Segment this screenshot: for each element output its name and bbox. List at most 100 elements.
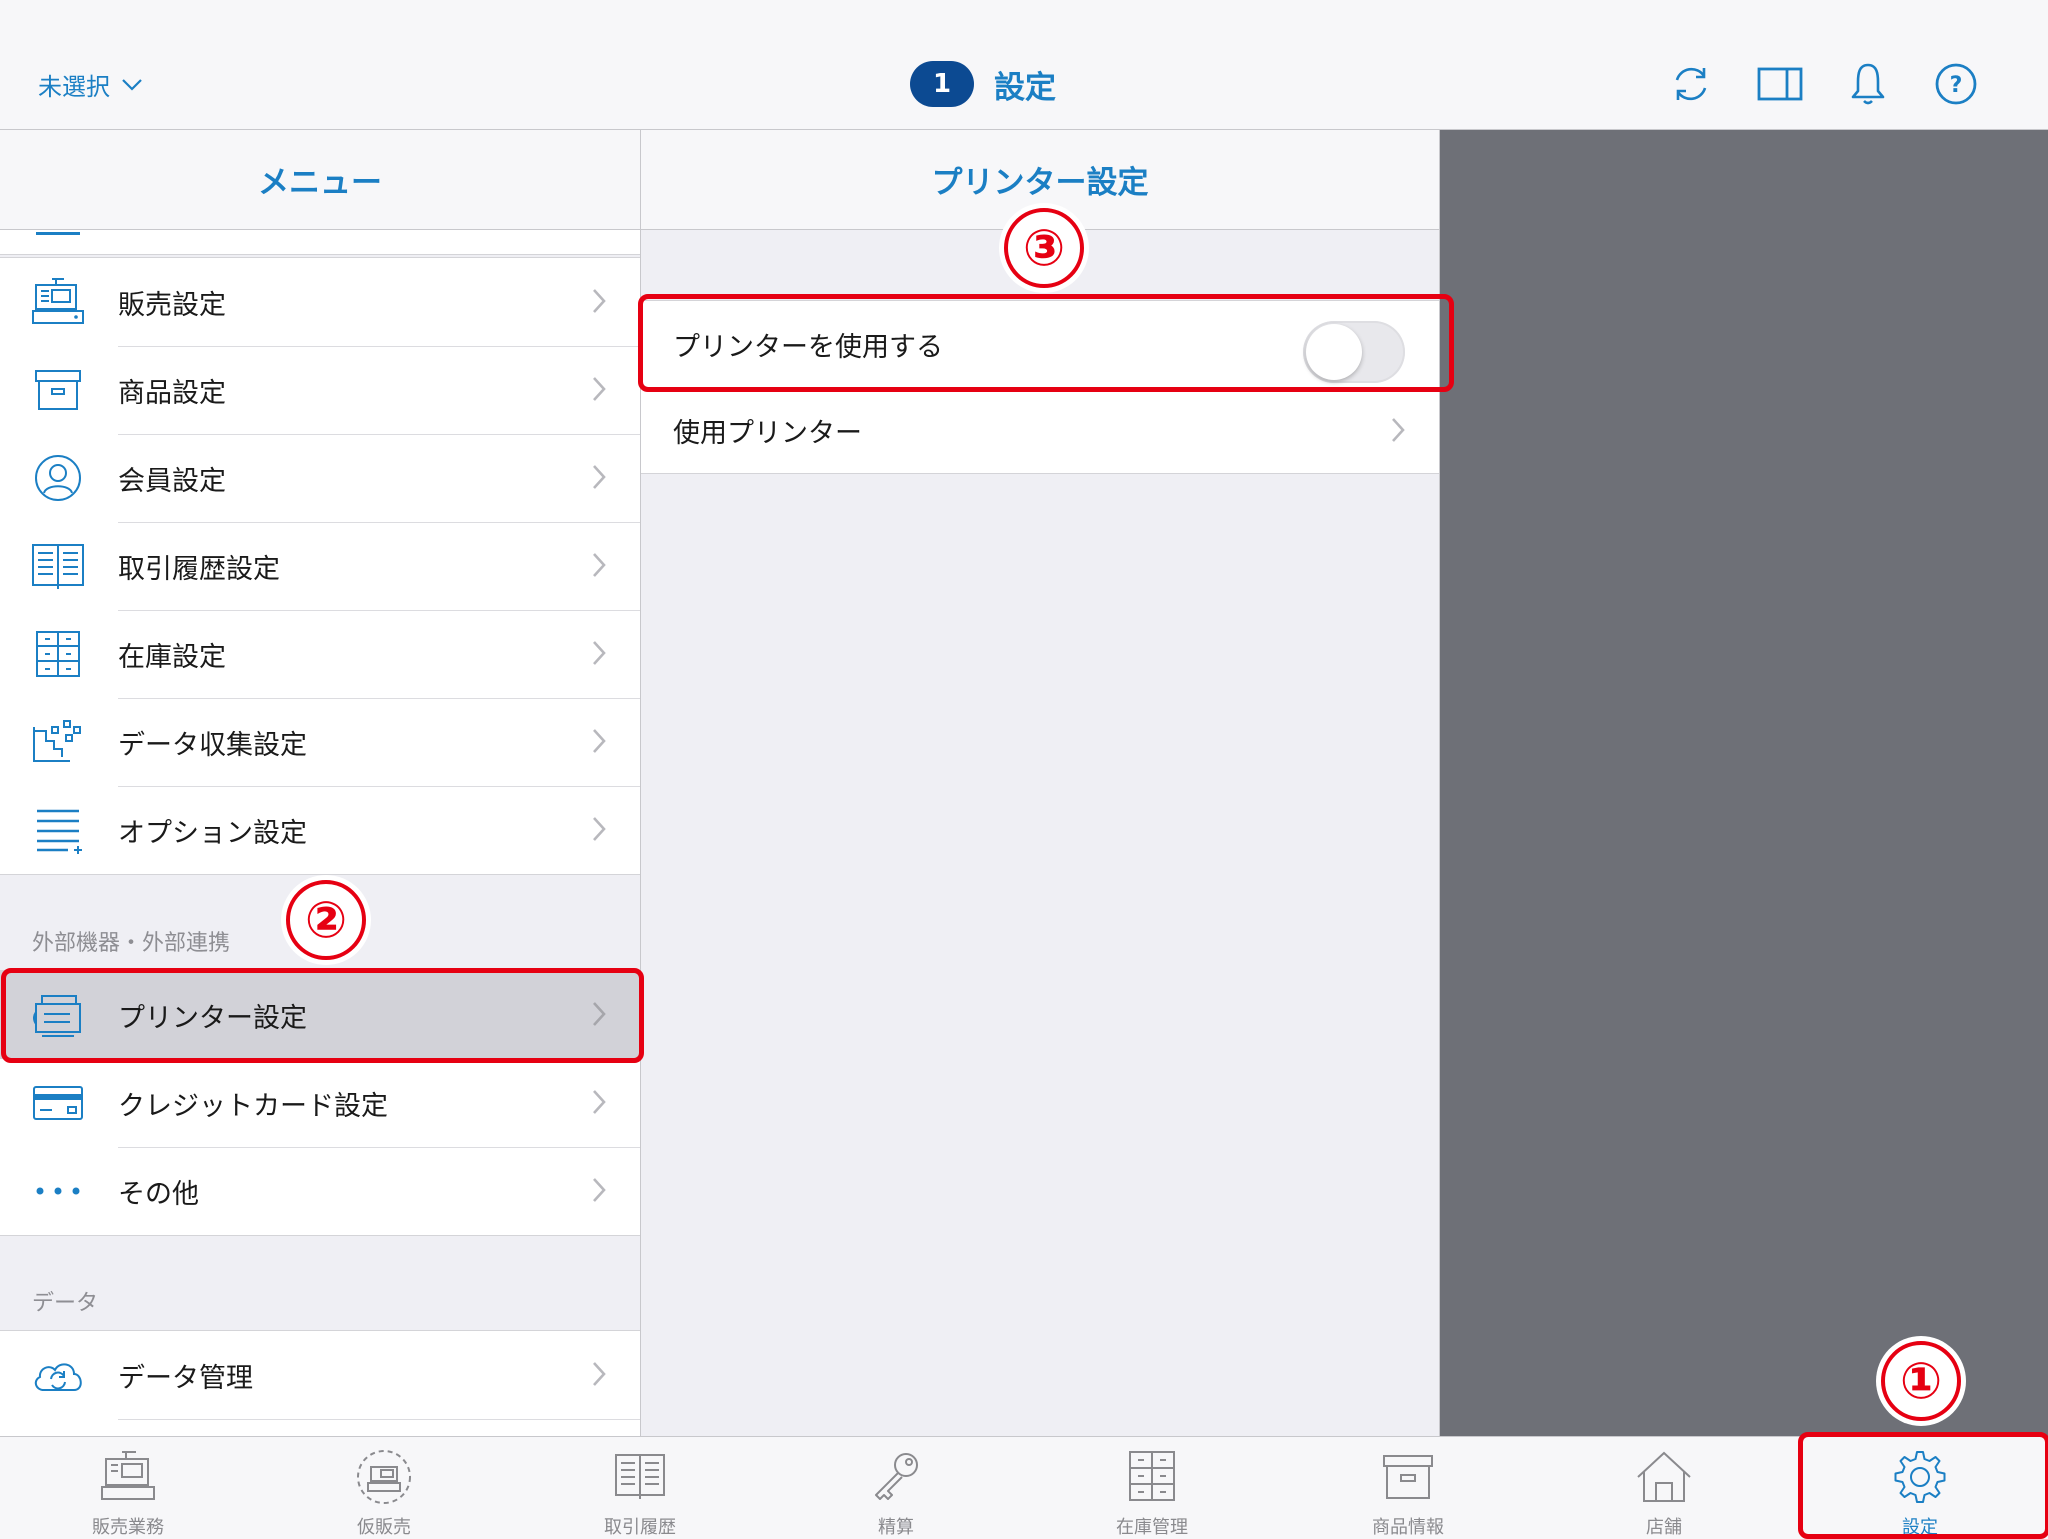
detail-pane-empty (1440, 130, 2048, 1436)
top-navigation-bar: 未選択 1 設定 ? (0, 0, 2048, 130)
menu-item-transaction-history-settings[interactable]: 取引履歴設定 (0, 522, 640, 610)
cabinet-icon (1129, 1451, 1175, 1501)
key-icon (875, 1453, 918, 1500)
chevron-right-icon (593, 641, 606, 665)
more-dots-icon (36, 1187, 80, 1195)
menu-item-printer-settings[interactable]: プリンター設定 (0, 971, 640, 1059)
menu-item-label: 商品設定 (118, 377, 226, 409)
box-icon (1383, 1455, 1433, 1499)
store-selector-label: 未選択 (38, 72, 110, 101)
split-view-icon[interactable] (1756, 60, 1804, 108)
menu-item-data-management[interactable]: データ管理 (0, 1331, 640, 1419)
tab-settlement[interactable]: 精算 (768, 1437, 1024, 1538)
svg-text:?: ? (1950, 73, 1963, 98)
cabinet-icon (36, 631, 80, 677)
chevron-right-icon (593, 1090, 606, 1114)
box-icon (35, 370, 81, 410)
cloud-sync-icon (34, 1363, 82, 1391)
register-icon (32, 278, 84, 324)
menu-item-label: データ収集設定 (118, 729, 307, 761)
printer-select-label: 使用プリンター (673, 417, 862, 449)
menu-item-label: 販売設定 (118, 289, 226, 321)
menu-item-member-settings[interactable]: 会員設定 (0, 434, 640, 522)
tab-store[interactable]: 店舗 (1536, 1437, 1792, 1538)
tab-label: 仮販売 (357, 1517, 411, 1538)
menu-header: メニュー (0, 130, 640, 230)
row-divider (118, 1419, 640, 1420)
tab-sales[interactable]: 販売業務 (0, 1437, 256, 1538)
refresh-icon[interactable] (1667, 60, 1715, 108)
printer-icon (33, 995, 81, 1037)
step-1-marker: ① (1881, 1341, 1961, 1421)
tab-label: 店舗 (1646, 1517, 1682, 1538)
page-title-text: 設定 (994, 69, 1056, 106)
register-icon (101, 1451, 155, 1500)
chevron-right-icon (593, 729, 606, 753)
menu-item-inventory-settings[interactable]: 在庫設定 (0, 610, 640, 698)
chevron-right-icon (593, 1362, 606, 1386)
help-icon[interactable]: ? (1932, 60, 1980, 108)
menu-item-product-settings[interactable]: 商品設定 (0, 346, 640, 434)
toggle-knob (1306, 324, 1362, 380)
data-menu-group: データ管理 (0, 1330, 640, 1436)
menu-item-label: 取引履歴設定 (118, 553, 280, 585)
use-printer-toggle[interactable] (1303, 321, 1405, 383)
tab-temporary-sale[interactable]: 仮販売 (256, 1437, 512, 1538)
tab-label: 精算 (878, 1517, 914, 1538)
menu-item-sales-settings[interactable]: 販売設定 (0, 258, 640, 346)
option-list-icon (37, 809, 82, 854)
menu-item-label: 会員設定 (118, 465, 226, 497)
menu-item-option-settings[interactable]: オプション設定 (0, 786, 640, 874)
bottom-tab-bar: 販売業務 仮販売 取引履歴 精算 在庫管理 商品情報 店舗 設定 (0, 1436, 2048, 1538)
section-title-data: データ (32, 1291, 99, 1316)
chevron-right-icon (593, 553, 606, 577)
chevron-right-icon (593, 817, 606, 841)
member-icon (35, 455, 81, 501)
step-3-marker: ③ (1004, 208, 1084, 288)
ledger-icon (32, 544, 84, 589)
menu-item-label: プリンター設定 (118, 1002, 307, 1034)
menu-partial-row (0, 230, 640, 255)
menu-item-credit-card-settings[interactable]: クレジットカード設定 (0, 1059, 640, 1147)
menu-item-other[interactable]: その他 (0, 1147, 640, 1235)
tab-transaction-history[interactable]: 取引履歴 (512, 1437, 768, 1538)
tab-label: 商品情報 (1372, 1517, 1444, 1538)
menu-item-label: 在庫設定 (118, 641, 226, 673)
menu-item-label: オプション設定 (118, 817, 307, 849)
use-printer-label: プリンターを使用する (673, 331, 943, 363)
tab-label: 取引履歴 (604, 1517, 676, 1538)
tab-label: 販売業務 (92, 1517, 164, 1538)
printer-settings-panel: プリンター設定 プリンターを使用する 使用プリンター (641, 130, 1440, 1436)
tab-label: 設定 (1902, 1517, 1938, 1538)
menu-item-label: クレジットカード設定 (118, 1090, 388, 1122)
gear-icon (1894, 1451, 1946, 1503)
printer-select-row[interactable]: 使用プリンター (641, 387, 1439, 473)
section-title-external: 外部機器・外部連携 (32, 931, 231, 956)
temp-sale-icon (357, 1450, 411, 1504)
menu-item-label: データ管理 (118, 1362, 253, 1394)
chevron-right-icon (593, 1178, 606, 1202)
menu-item-label: その他 (118, 1178, 199, 1210)
store-selector[interactable]: 未選択 (38, 64, 144, 104)
use-printer-row: プリンターを使用する (641, 301, 1439, 387)
notification-count-badge: 1 (910, 61, 974, 107)
chevron-right-icon (593, 377, 606, 401)
tab-inventory[interactable]: 在庫管理 (1024, 1437, 1280, 1538)
data-collect-icon (33, 720, 81, 762)
chevron-right-icon (1392, 418, 1405, 442)
external-menu-group: プリンター設定 クレジットカード設定 その他 (0, 970, 640, 1236)
menu-item-data-collection-settings[interactable]: データ収集設定 (0, 698, 640, 786)
printer-settings-group: プリンターを使用する 使用プリンター (641, 300, 1439, 474)
chevron-right-icon (593, 465, 606, 489)
house-icon (1637, 1451, 1691, 1502)
ledger-icon (615, 1454, 665, 1499)
bell-icon[interactable] (1844, 60, 1892, 108)
partial-icon (36, 232, 80, 235)
chevron-right-icon (593, 289, 606, 313)
tab-settings[interactable]: 設定 (1792, 1437, 2048, 1538)
step-2-marker: ② (286, 880, 366, 960)
chevron-down-icon (122, 79, 142, 91)
tab-label: 在庫管理 (1116, 1517, 1188, 1538)
credit-card-icon (33, 1086, 83, 1120)
tab-product-info[interactable]: 商品情報 (1280, 1437, 1536, 1538)
